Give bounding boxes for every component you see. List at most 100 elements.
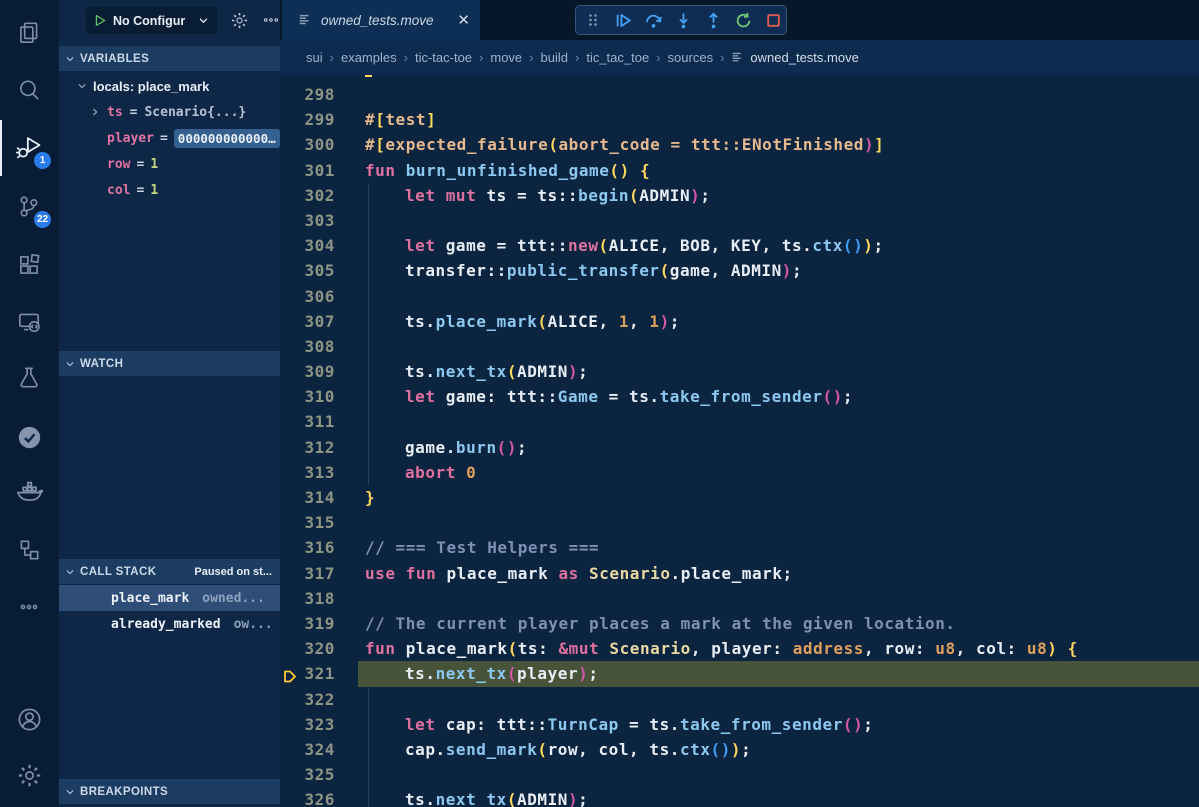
breadcrumb-item[interactable]: sources xyxy=(668,50,714,65)
variable-row-ts[interactable]: ts = Scenario{...} xyxy=(59,99,280,125)
hierarchy-icon[interactable] xyxy=(7,528,51,572)
code-line[interactable]: 303 xyxy=(280,208,1199,233)
stack-frame-already-marked[interactable]: already_marked ow... xyxy=(59,611,280,637)
remote-explorer-icon[interactable] xyxy=(7,300,51,344)
extensions-icon[interactable] xyxy=(7,243,51,287)
code-line[interactable]: 305transfer::public_transfer(game, ADMIN… xyxy=(280,258,1199,283)
breadcrumb-item[interactable]: examples xyxy=(341,50,397,65)
code-line[interactable]: 301fun burn_unfinished_game() { xyxy=(280,158,1199,183)
line-number[interactable]: 323 xyxy=(280,712,335,737)
variables-section-header[interactable]: VARIABLES xyxy=(59,46,280,71)
testing-flask-icon[interactable] xyxy=(7,356,51,400)
line-number[interactable]: 320 xyxy=(280,636,335,661)
code-line[interactable]: 319// The current player places a mark a… xyxy=(280,611,1199,636)
code-line[interactable]: 317use fun place_mark as Scenario.place_… xyxy=(280,561,1199,586)
breadcrumb-item[interactable]: build xyxy=(541,50,568,65)
explorer-icon[interactable] xyxy=(7,11,51,55)
line-number[interactable]: 316 xyxy=(280,535,335,560)
settings-gear-icon[interactable] xyxy=(7,753,51,797)
tab-close-icon[interactable]: ✕ xyxy=(457,13,470,28)
code-line[interactable]: 306 xyxy=(280,284,1199,309)
variable-row-col[interactable]: col = 1 xyxy=(59,177,280,203)
code-line[interactable]: 310let game: ttt::Game = ts.take_from_se… xyxy=(280,384,1199,409)
line-number[interactable]: 298 xyxy=(280,82,335,107)
variable-row-row[interactable]: row = 1 xyxy=(59,151,280,177)
variables-scope-row[interactable]: locals: place_mark xyxy=(59,73,280,99)
toolbar-drag-handle-icon[interactable] xyxy=(582,9,604,31)
code-line[interactable]: 308 xyxy=(280,334,1199,359)
line-number[interactable]: 317 xyxy=(280,561,335,586)
line-number[interactable]: 306 xyxy=(280,284,335,309)
step-out-icon[interactable] xyxy=(702,9,724,31)
line-number[interactable]: 314 xyxy=(280,485,335,510)
debug-gear-icon[interactable] xyxy=(230,11,249,35)
code-viewport[interactable]: 298299#[test]300#[expected_failure(abort… xyxy=(280,75,1199,807)
call-stack-section-header[interactable]: CALL STACK Paused on st... xyxy=(59,559,280,584)
code-line[interactable]: 312game.burn(); xyxy=(280,435,1199,460)
more-views-icon[interactable] xyxy=(7,585,51,629)
source-control-icon[interactable]: 22 xyxy=(7,185,51,229)
tab-owned-tests-move[interactable]: owned_tests.move ✕ xyxy=(282,0,480,40)
search-icon[interactable] xyxy=(7,68,51,112)
account-icon[interactable] xyxy=(7,697,51,741)
code-line[interactable]: 313abort 0 xyxy=(280,460,1199,485)
code-line[interactable]: 298 xyxy=(280,82,1199,107)
run-and-debug-icon[interactable]: 1 xyxy=(7,126,51,170)
line-number[interactable]: 305 xyxy=(280,258,335,283)
breadcrumb-item[interactable]: sui xyxy=(306,50,323,65)
step-over-icon[interactable] xyxy=(642,9,664,31)
line-number[interactable]: 299 xyxy=(280,107,335,132)
line-number[interactable]: 304 xyxy=(280,233,335,258)
code-line[interactable]: 299#[test] xyxy=(280,107,1199,132)
line-number[interactable]: 301 xyxy=(280,158,335,183)
selected-value-box[interactable]: 000000000000… xyxy=(174,129,280,148)
code-line[interactable]: 323let cap: ttt::TurnCap = ts.take_from_… xyxy=(280,712,1199,737)
line-number[interactable]: 318 xyxy=(280,586,335,611)
code-line[interactable]: 318 xyxy=(280,586,1199,611)
line-number[interactable]: 319 xyxy=(280,611,335,636)
docker-icon[interactable] xyxy=(7,470,51,514)
code-line[interactable]: 302let mut ts = ts::begin(ADMIN); xyxy=(280,183,1199,208)
debug-config-dropdown[interactable]: No Configur xyxy=(86,7,217,34)
line-number[interactable]: 322 xyxy=(280,687,335,712)
panel-more-actions-icon[interactable] xyxy=(262,11,280,34)
code-line[interactable]: 322 xyxy=(280,687,1199,712)
line-number[interactable]: 309 xyxy=(280,359,335,384)
line-number[interactable]: 325 xyxy=(280,762,335,787)
stop-icon[interactable] xyxy=(762,9,784,31)
check-circle-icon[interactable] xyxy=(7,415,51,459)
line-number[interactable]: 310 xyxy=(280,384,335,409)
code-line[interactable]: 315 xyxy=(280,510,1199,535)
code-line[interactable]: 309ts.next_tx(ADMIN); xyxy=(280,359,1199,384)
code-line[interactable]: 307ts.place_mark(ALICE, 1, 1); xyxy=(280,309,1199,334)
code-line[interactable]: 316// === Test Helpers === xyxy=(280,535,1199,560)
code-line[interactable]: 320fun place_mark(ts: &mut Scenario, pla… xyxy=(280,636,1199,661)
code-line[interactable]: 314} xyxy=(280,485,1199,510)
line-number[interactable]: 308 xyxy=(280,334,335,359)
code-line[interactable]: 304let game = ttt::new(ALICE, BOB, KEY, … xyxy=(280,233,1199,258)
line-number[interactable]: 300 xyxy=(280,132,335,157)
variable-row-player[interactable]: player = 000000000000… xyxy=(59,125,280,151)
step-into-icon[interactable] xyxy=(672,9,694,31)
line-number[interactable]: 307 xyxy=(280,309,335,334)
stack-frame-place-mark[interactable]: place_mark owned... xyxy=(59,585,280,611)
code-line[interactable]: 325 xyxy=(280,762,1199,787)
watch-section-header[interactable]: WATCH xyxy=(59,351,280,376)
line-number[interactable]: 326 xyxy=(280,787,335,807)
restart-icon[interactable] xyxy=(732,9,754,31)
line-number[interactable]: 312 xyxy=(280,435,335,460)
code-line[interactable]: 326ts.next_tx(ADMIN); xyxy=(280,787,1199,807)
line-number[interactable]: 324 xyxy=(280,737,335,762)
code-line[interactable]: 324cap.send_mark(row, col, ts.ctx()); xyxy=(280,737,1199,762)
breakpoints-section-header[interactable]: BREAKPOINTS xyxy=(59,779,280,804)
breadcrumb-item[interactable]: tic_tac_toe xyxy=(586,50,649,65)
line-number[interactable]: 313 xyxy=(280,460,335,485)
breadcrumb-item[interactable]: move xyxy=(490,50,522,65)
line-number[interactable]: 303 xyxy=(280,208,335,233)
line-number[interactable]: 302 xyxy=(280,183,335,208)
line-number[interactable]: 311 xyxy=(280,409,335,434)
continue-icon[interactable] xyxy=(612,9,634,31)
code-line[interactable]: 311 xyxy=(280,409,1199,434)
breadcrumb-item[interactable]: owned_tests.move xyxy=(731,50,858,65)
current-execution-line[interactable]: 321ts.next_tx(player); xyxy=(280,661,1199,686)
